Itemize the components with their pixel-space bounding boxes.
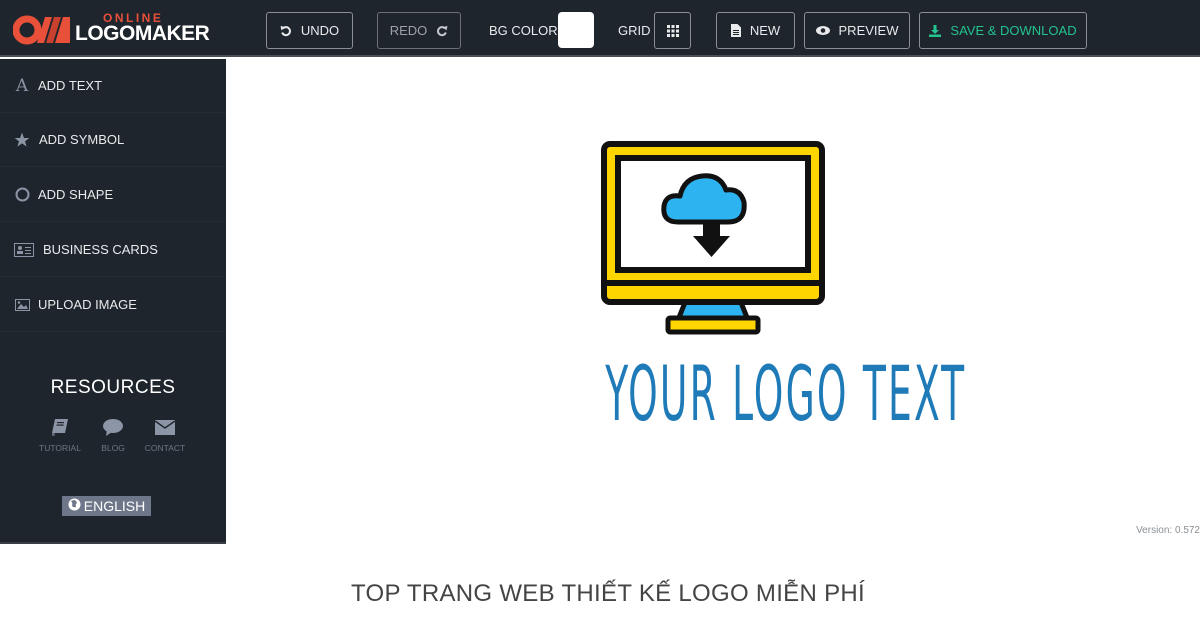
star-icon: [13, 132, 31, 148]
save-download-button[interactable]: SAVE & DOWNLOAD: [919, 12, 1087, 49]
download-icon: [929, 24, 942, 37]
file-icon: [730, 24, 741, 37]
app-logo[interactable]: ONLINE LOGOMAKER: [13, 10, 233, 46]
redo-label: REDO: [389, 23, 428, 38]
logo-main-text: LOGOMAKER: [75, 22, 210, 45]
bg-color-label: BG COLOR: [489, 23, 558, 38]
save-download-label: SAVE & DOWNLOAD: [950, 23, 1077, 38]
contact-link[interactable]: CONTACT: [135, 417, 195, 453]
book-icon: [30, 417, 90, 437]
resources-title: RESOURCES: [50, 377, 176, 398]
grid-label: GRID: [618, 23, 651, 38]
sidebar-item-label: ADD SYMBOL: [39, 132, 125, 147]
contact-label: CONTACT: [144, 443, 186, 453]
sidebar-item-add-symbol[interactable]: ADD SYMBOL: [0, 113, 226, 167]
new-button[interactable]: NEW: [716, 12, 795, 49]
sidebar-item-business-cards[interactable]: BUSINESS CARDS: [0, 223, 226, 277]
globe-icon: [68, 498, 81, 514]
comment-icon: [83, 417, 143, 437]
language-selector[interactable]: ENGLISH: [62, 496, 151, 516]
blog-label: BLOG: [101, 443, 125, 453]
redo-button[interactable]: REDO: [377, 12, 461, 49]
undo-label: UNDO: [300, 23, 340, 38]
id-card-icon: [14, 242, 34, 257]
sidebar-item-label: UPLOAD IMAGE: [38, 297, 137, 312]
circle-icon: [13, 187, 31, 202]
logo-mark-icon: [13, 15, 70, 45]
grid-icon: [666, 24, 679, 37]
version-label: Version: 0.572: [1136, 525, 1200, 536]
sidebar: A ADD TEXT ADD SYMBOL ADD SHAPE BUSINESS…: [0, 59, 226, 544]
sidebar-item-add-text[interactable]: A ADD TEXT: [0, 59, 226, 113]
eye-icon: [815, 26, 830, 35]
envelope-icon: [135, 417, 195, 437]
tutorial-label: TUTORIAL: [39, 443, 81, 453]
bg-color-picker[interactable]: [558, 12, 594, 48]
language-label: ENGLISH: [83, 498, 146, 514]
design-canvas[interactable]: YOUR LOGO TEXT Version: 0.572: [226, 59, 1200, 544]
sidebar-item-upload-image[interactable]: UPLOAD IMAGE: [0, 278, 226, 332]
preview-button[interactable]: PREVIEW: [804, 12, 910, 49]
preview-label: PREVIEW: [838, 23, 899, 38]
sidebar-item-label: ADD TEXT: [38, 78, 103, 93]
logo-text[interactable]: YOUR LOGO TEXT: [605, 349, 964, 438]
tutorial-link[interactable]: TUTORIAL: [30, 417, 90, 453]
sidebar-item-label: ADD SHAPE: [38, 187, 114, 202]
sidebar-item-add-shape[interactable]: ADD SHAPE: [0, 168, 226, 222]
top-toolbar: ONLINE LOGOMAKER UNDO REDO BG COLOR GRID…: [0, 0, 1200, 57]
redo-icon: [436, 25, 448, 37]
computer-cloud-download-icon[interactable]: [600, 140, 826, 336]
text-icon: A: [15, 75, 29, 96]
undo-icon: [280, 25, 292, 37]
sidebar-item-label: BUSINESS CARDS: [43, 242, 158, 257]
image-icon: [13, 298, 31, 311]
grid-toggle-button[interactable]: [654, 12, 691, 49]
page-heading: TOP TRANG WEB THIẾT KẾ LOGO MIỄN PHÍ: [350, 580, 865, 607]
undo-button[interactable]: UNDO: [266, 12, 353, 49]
blog-link[interactable]: BLOG: [83, 417, 143, 453]
new-label: NEW: [749, 23, 781, 38]
